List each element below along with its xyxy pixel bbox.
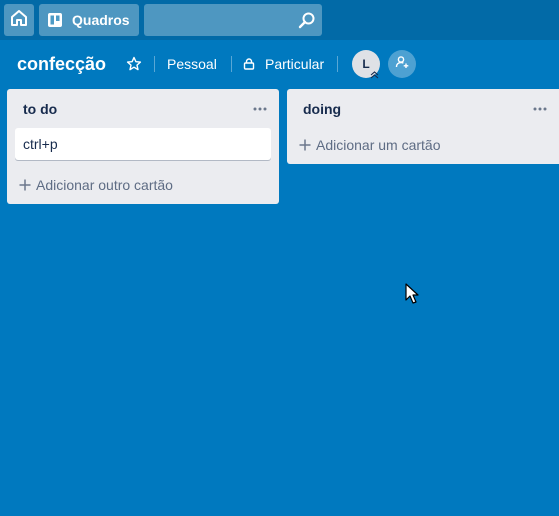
invite-member-button[interactable] (388, 50, 416, 78)
add-card-button[interactable]: Adicionar outro cartão (19, 177, 173, 193)
add-card-label: Adicionar um cartão (316, 137, 441, 153)
list-doing: doing Adicionar um cartão (287, 89, 559, 164)
home-button[interactable] (4, 4, 34, 36)
avatar[interactable]: L (352, 50, 380, 79)
avatar-initial: L (362, 57, 370, 71)
list-to-do: to do ctrl+p Adicionar outro cartão (7, 89, 279, 204)
header-divider (337, 56, 338, 72)
plus-icon (19, 179, 31, 191)
boards-button[interactable]: Quadros (39, 4, 139, 36)
boards-label: Quadros (72, 12, 130, 28)
board-title[interactable]: confecção (17, 52, 106, 76)
top-bar: Quadros (0, 0, 559, 40)
add-card-button[interactable]: Adicionar um cartão (299, 137, 441, 153)
add-card-label: Adicionar outro cartão (36, 177, 173, 193)
admin-chevron-icon (370, 71, 379, 79)
mouse-cursor-icon (405, 283, 419, 305)
search-box[interactable] (144, 4, 322, 36)
card[interactable]: ctrl+p (15, 128, 271, 160)
house-icon (10, 9, 28, 32)
ellipsis-icon[interactable] (253, 107, 267, 111)
list-title[interactable]: doing (303, 101, 341, 117)
magnifier-icon[interactable] (298, 11, 316, 29)
add-member-icon (395, 55, 409, 74)
visibility-label: Particular (265, 56, 325, 72)
list-title[interactable]: to do (23, 101, 57, 117)
plus-icon (299, 139, 311, 151)
ellipsis-icon[interactable] (533, 107, 547, 111)
boards-icon (47, 12, 63, 28)
lock-icon (243, 58, 255, 70)
visibility-button[interactable]: Particular (243, 55, 324, 73)
star-icon[interactable] (126, 56, 142, 72)
team-button[interactable]: Pessoal (167, 55, 217, 73)
search-input[interactable] (144, 4, 294, 36)
header-divider (154, 56, 155, 72)
header-divider (231, 56, 232, 72)
